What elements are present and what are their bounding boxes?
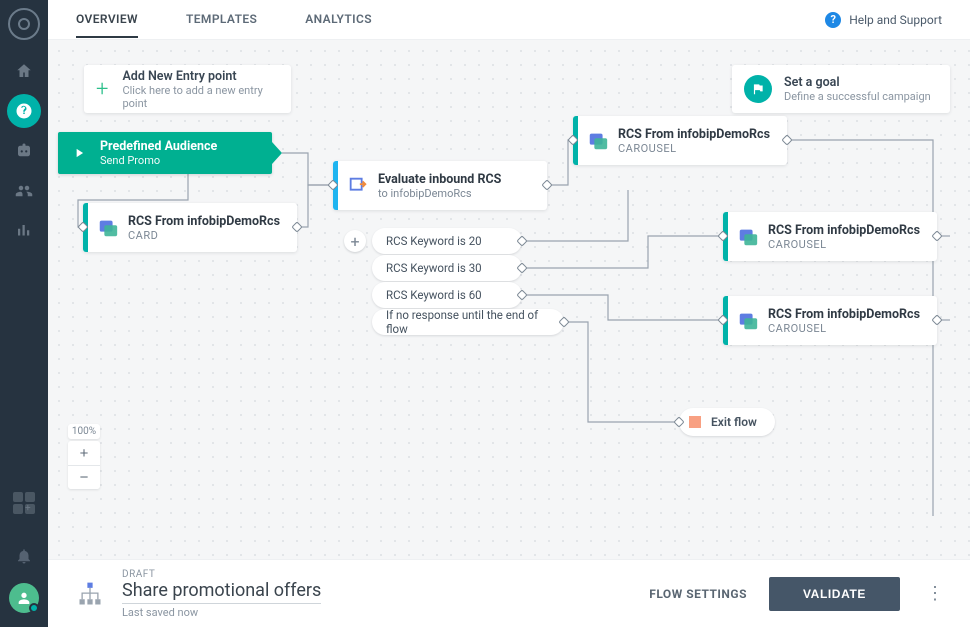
evaluate-icon	[338, 175, 378, 197]
zoom-control: 100% + −	[68, 424, 100, 489]
sidebar-item-bot[interactable]	[7, 134, 41, 168]
flow-canvas[interactable]: + Add New Entry point Click here to add …	[48, 40, 970, 559]
flow-tree-icon	[70, 580, 110, 608]
zoom-level: 100%	[68, 424, 100, 439]
notifications-icon[interactable]	[7, 539, 41, 573]
zoom-in-button[interactable]: +	[68, 441, 100, 465]
rcs-card-node[interactable]: RCS From infobipDemoRcs CARD	[83, 203, 297, 252]
play-icon	[58, 146, 100, 160]
audience-node[interactable]: Predefined Audience Send Promo	[58, 132, 272, 174]
flow-status: DRAFT	[122, 569, 321, 580]
flow-settings-link[interactable]: FLOW SETTINGS	[649, 587, 747, 601]
rcs-icon	[728, 310, 768, 332]
rcs-carousel-node-b[interactable]: RCS From infobipDemoRcs CAROUSEL	[723, 212, 937, 261]
tab-overview[interactable]: OVERVIEW	[76, 12, 138, 38]
set-goal-card[interactable]: Set a goal Define a successful campaign	[732, 65, 950, 113]
plus-icon: +	[96, 77, 108, 102]
add-entry-point-card[interactable]: + Add New Entry point Click here to add …	[84, 65, 291, 113]
condition-pill[interactable]: RCS Keyword is 30	[372, 255, 522, 281]
exit-flow-node[interactable]: Exit flow	[679, 408, 775, 436]
condition-pill[interactable]: RCS Keyword is 60	[372, 282, 522, 308]
user-avatar[interactable]	[9, 583, 39, 613]
add-condition-button[interactable]: +	[344, 230, 366, 252]
rcs-carousel-node-c[interactable]: RCS From infobipDemoRcs CAROUSEL	[723, 296, 937, 345]
sidebar: +	[0, 0, 48, 627]
stop-icon	[689, 416, 701, 428]
sidebar-item-people[interactable]	[7, 174, 41, 208]
condition-pill-fallback[interactable]: If no response until the end of flow	[372, 309, 564, 335]
app-logo[interactable]	[8, 8, 40, 40]
more-menu-icon[interactable]: ⋮	[922, 583, 948, 604]
sidebar-item-flow[interactable]	[7, 94, 41, 128]
rcs-icon	[88, 217, 128, 239]
flow-title[interactable]: Share promotional offers	[122, 580, 321, 604]
evaluate-node[interactable]: Evaluate inbound RCS to infobipDemoRcs	[333, 161, 547, 210]
help-link[interactable]: ? Help and Support	[825, 12, 942, 28]
footer-bar: DRAFT Share promotional offers Last save…	[48, 559, 970, 627]
tab-analytics[interactable]: ANALYTICS	[305, 12, 372, 27]
help-icon: ?	[825, 12, 841, 28]
apps-grid-icon[interactable]: +	[13, 492, 35, 529]
zoom-out-button[interactable]: −	[68, 465, 100, 489]
tab-templates[interactable]: TEMPLATES	[186, 12, 257, 27]
top-bar: OVERVIEW TEMPLATES ANALYTICS ? Help and …	[48, 0, 970, 40]
flag-icon	[744, 75, 772, 103]
flow-saved-label: Last saved now	[122, 606, 321, 619]
sidebar-item-analytics[interactable]	[7, 214, 41, 248]
sidebar-item-home[interactable]	[7, 54, 41, 88]
rcs-icon	[578, 130, 618, 152]
rcs-carousel-node-a[interactable]: RCS From infobipDemoRcs CAROUSEL	[573, 116, 787, 165]
validate-button[interactable]: VALIDATE	[769, 577, 900, 611]
condition-pill[interactable]: RCS Keyword is 20	[372, 228, 522, 254]
rcs-icon	[728, 226, 768, 248]
